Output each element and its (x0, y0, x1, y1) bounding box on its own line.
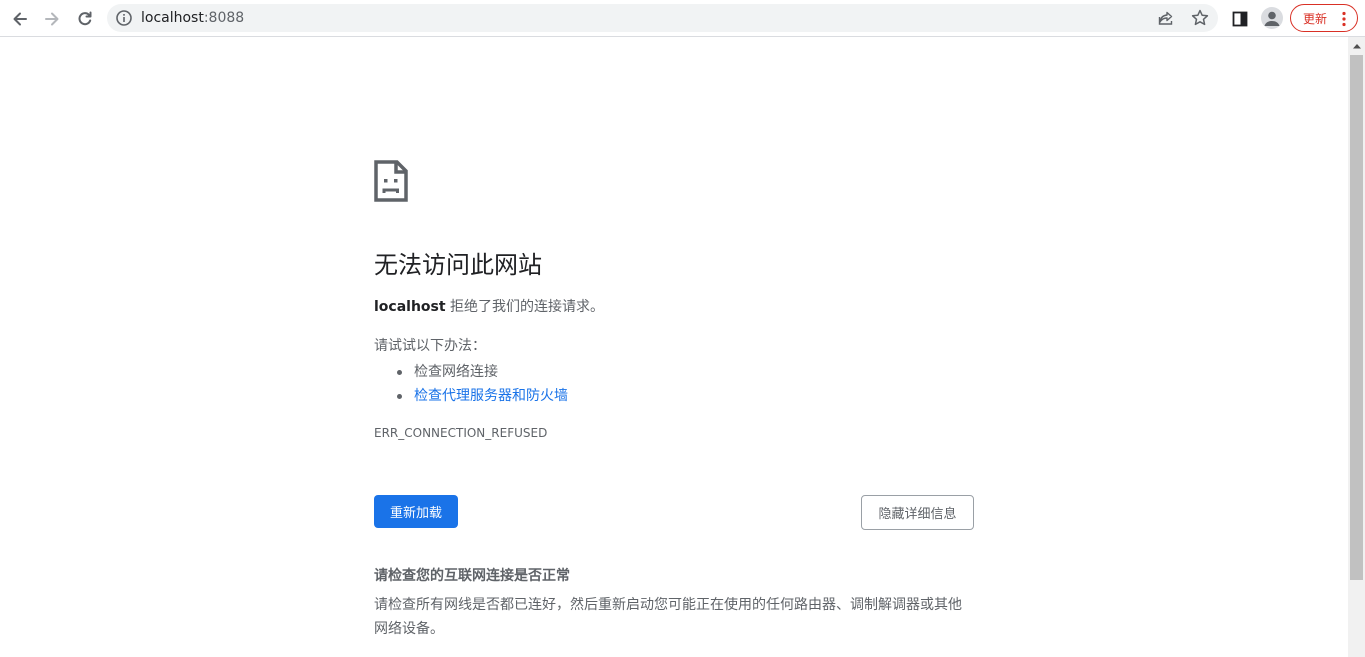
suggestions-label: 请试试以下办法： (374, 338, 486, 354)
arrow-right-icon (45, 12, 59, 26)
profile-avatar[interactable] (1261, 7, 1283, 29)
vertical-scrollbar[interactable] (1348, 37, 1365, 657)
sad-page-icon (374, 160, 408, 202)
bookmark-star-icon[interactable] (1190, 8, 1210, 28)
error-description-text: 拒绝了我们的连接请求。 (445, 299, 605, 315)
update-label: 更新 (1303, 11, 1328, 26)
info-icon[interactable] (115, 9, 133, 27)
reload-toolbar-button[interactable] (71, 5, 99, 33)
forward-button[interactable] (38, 5, 66, 33)
error-host: localhost (374, 299, 446, 315)
error-description: localhost 拒绝了我们的连接请求。 (374, 297, 604, 317)
side-panel-button[interactable] (1226, 5, 1254, 33)
side-panel-icon (1232, 11, 1248, 27)
url-host: localhost (141, 10, 204, 26)
update-button[interactable]: 更新 (1290, 4, 1358, 32)
bullet (397, 394, 402, 399)
suggestion-check-network: 检查网络连接 (414, 364, 498, 380)
url-port: :8088 (203, 10, 245, 26)
suggestion-item: 检查网络连接 (374, 360, 568, 384)
back-button[interactable] (6, 5, 34, 33)
person-icon (1264, 11, 1280, 26)
error-title: 无法访问此网站 (374, 251, 542, 279)
error-code: ERR_CONNECTION_REFUSED (374, 426, 548, 440)
more-vert-icon (1342, 11, 1346, 27)
scroll-up-button[interactable] (1348, 37, 1365, 54)
arrow-left-icon (13, 12, 27, 26)
details-body: 请检查所有网线是否都已连好，然后重新启动您可能正在使用的任何路由器、调制解调器或… (374, 597, 962, 637)
bullet (397, 370, 402, 375)
scrollbar-thumb[interactable] (1350, 55, 1363, 580)
refresh-icon (78, 11, 92, 26)
browser-toolbar: localhost:8088 更新 (0, 0, 1365, 37)
suggestion-item: 检查代理服务器和防火墙 (374, 384, 568, 408)
hide-details-button[interactable]: 隐藏详细信息 (861, 495, 974, 530)
address-bar[interactable]: localhost:8088 (107, 4, 1218, 32)
url-text[interactable]: localhost:8088 (141, 9, 244, 27)
reload-button[interactable]: 重新加载 (374, 495, 458, 528)
details-heading: 请检查您的互联网连接是否正常 (374, 568, 570, 584)
suggestions-list: 检查网络连接 检查代理服务器和防火墙 (374, 360, 568, 408)
suggestion-check-proxy-link[interactable]: 检查代理服务器和防火墙 (414, 388, 568, 404)
caret-up-icon (1352, 43, 1361, 48)
share-icon[interactable] (1157, 9, 1175, 27)
